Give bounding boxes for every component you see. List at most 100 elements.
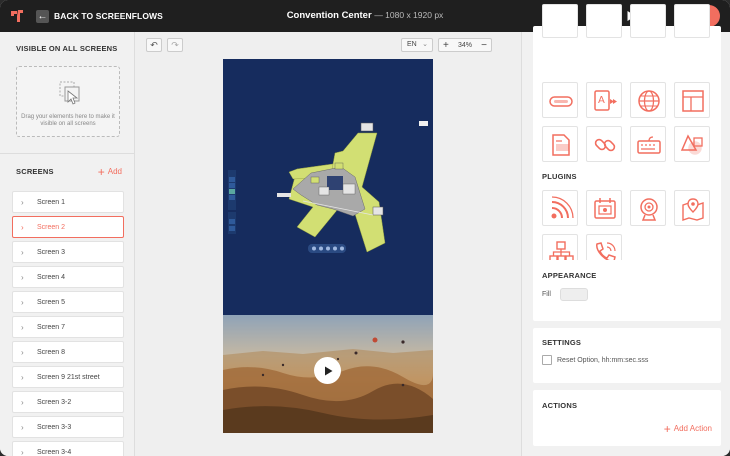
plus-icon: + — [97, 164, 105, 179]
keyboard-icon — [637, 136, 661, 154]
video-play-button[interactable] — [314, 357, 341, 384]
plugins-header: PLUGINS — [542, 172, 577, 181]
text-to-speech-tile[interactable]: A — [586, 82, 622, 118]
button-tile[interactable] — [542, 82, 578, 118]
add-label: Add — [107, 167, 122, 176]
screen-item[interactable]: › Screen 4 — [12, 266, 124, 288]
zoom-in-button[interactable]: + — [443, 40, 449, 51]
shapes-tile[interactable] — [674, 126, 710, 162]
webcam-tile[interactable] — [630, 190, 666, 226]
layout-tile[interactable] — [674, 82, 710, 118]
zoom-control: + 34% − — [438, 38, 492, 52]
screen-item[interactable]: › Screen 3-3 — [12, 416, 124, 438]
add-screen-button[interactable]: + Add — [97, 164, 122, 179]
project-name: Convention Center — [286, 10, 372, 21]
video-player[interactable] — [223, 315, 433, 433]
chevron-right-icon: › — [21, 222, 24, 232]
map-icon — [682, 198, 704, 221]
floor-map[interactable] — [223, 59, 433, 315]
screen-item-label: Screen 3-4 — [37, 448, 72, 456]
screen-list: › Screen 1 › Screen 2 › Screen 3 › Screen 4 › Scr… — [12, 191, 124, 456]
screen-item-label: Screen 7 — [37, 323, 66, 331]
appearance-card: APPEARANCE Fill — [533, 260, 721, 321]
dropzone-hint: Drag your elements here to make it visib… — [21, 114, 115, 127]
settings-card: SETTINGS Reset Option, hh:mm:sec.sss — [533, 328, 721, 383]
chevron-right-icon: › — [21, 397, 24, 407]
add-action-button[interactable]: + Add Action — [663, 421, 712, 436]
language-select[interactable]: EN ⌄ — [401, 38, 433, 52]
link-icon — [594, 138, 616, 152]
global-elements-dropzone[interactable]: Drag your elements here to make it visib… — [16, 66, 120, 137]
screen-item[interactable]: › Screen 5 — [12, 291, 124, 313]
screen-item[interactable]: › Screen 2 — [12, 216, 124, 238]
screen-item[interactable]: › Screen 7 — [12, 316, 124, 338]
zoom-out-button[interactable]: − — [481, 40, 487, 51]
web-tile[interactable] — [630, 82, 666, 118]
chevron-right-icon: › — [21, 447, 24, 456]
chevron-right-icon: › — [21, 347, 24, 357]
layout-icon — [682, 90, 704, 112]
redo-icon: ↷ — [171, 40, 179, 50]
screen-item[interactable]: › Screen 9 21st street — [12, 366, 124, 388]
elements-card: A PLUGINS — [533, 4, 721, 290]
play-icon — [324, 366, 332, 375]
element-tile-partial[interactable] — [630, 4, 666, 38]
rss-icon — [551, 196, 574, 219]
element-tile-partial[interactable] — [542, 4, 578, 38]
plus-icon: + — [663, 421, 671, 436]
redo-button[interactable]: ↷ — [167, 38, 183, 52]
chevron-right-icon: › — [21, 372, 24, 382]
screen-item-label: Screen 2 — [37, 223, 66, 231]
settings-header: SETTINGS — [542, 338, 582, 347]
screen-item[interactable]: › Screen 3-4 — [12, 441, 124, 456]
element-tile-partial[interactable] — [674, 4, 710, 38]
chevron-down-icon: ⌄ — [422, 41, 428, 48]
document-icon — [552, 134, 570, 156]
screen-item[interactable]: › Screen 1 — [12, 191, 124, 213]
element-tile-partial[interactable] — [586, 4, 622, 38]
calendar-tile[interactable] — [586, 190, 622, 226]
screen-item-label: Screen 1 — [37, 198, 66, 206]
map-tile[interactable] — [674, 190, 710, 226]
button-icon — [549, 96, 573, 107]
screens-header-row: SCREENS + Add — [16, 164, 122, 179]
screen-item-label: Screen 3-2 — [37, 398, 72, 406]
reset-option-checkbox[interactable] — [542, 355, 552, 365]
screen-item[interactable]: › Screen 3-2 — [12, 391, 124, 413]
screen-item-label: Screen 9 21st street — [37, 373, 100, 381]
reset-option-row[interactable]: Reset Option, hh:mm:sec.sss — [542, 355, 648, 365]
document-tile[interactable] — [542, 126, 578, 162]
zoom-level: 34% — [457, 41, 472, 49]
screen-item-label: Screen 5 — [37, 298, 66, 306]
fill-color-swatch[interactable] — [560, 288, 588, 301]
drag-drop-icon — [59, 81, 80, 105]
screen-item-label: Screen 4 — [37, 273, 66, 281]
webcam-icon — [640, 198, 658, 221]
screens-header: SCREENS — [16, 167, 54, 176]
shapes-icon — [680, 134, 703, 155]
appearance-header: APPEARANCE — [542, 271, 597, 280]
chevron-right-icon: › — [21, 297, 24, 307]
chevron-right-icon: › — [21, 272, 24, 282]
undo-button[interactable]: ↶ — [146, 38, 162, 52]
keyboard-tile[interactable] — [630, 126, 666, 162]
actions-header: ACTIONS — [542, 401, 578, 410]
divider — [0, 153, 135, 154]
screen-item[interactable]: › Screen 8 — [12, 341, 124, 363]
svg-text:A: A — [598, 95, 605, 106]
text-to-speech-icon: A — [594, 90, 617, 111]
right-panel: A PLUGINS APPEARANCE Fill SETTINGS Reset… — [521, 4, 730, 456]
screen-item-label: Screen 3 — [37, 248, 66, 256]
project-dimensions: — 1080 x 1920 px — [374, 10, 444, 20]
reset-option-label: Reset Option, hh:mm:sec.sss — [557, 356, 649, 364]
web-icon — [638, 90, 660, 112]
link-tile[interactable] — [586, 126, 622, 162]
screen-item[interactable]: › Screen 3 — [12, 241, 124, 263]
language-value: EN — [407, 41, 417, 48]
screen-item-label: Screen 8 — [37, 348, 66, 356]
rss-tile[interactable] — [542, 190, 578, 226]
fill-label: Fill — [542, 291, 551, 298]
screen-preview[interactable] — [223, 59, 433, 433]
chevron-right-icon: › — [21, 322, 24, 332]
undo-icon: ↶ — [150, 40, 158, 50]
